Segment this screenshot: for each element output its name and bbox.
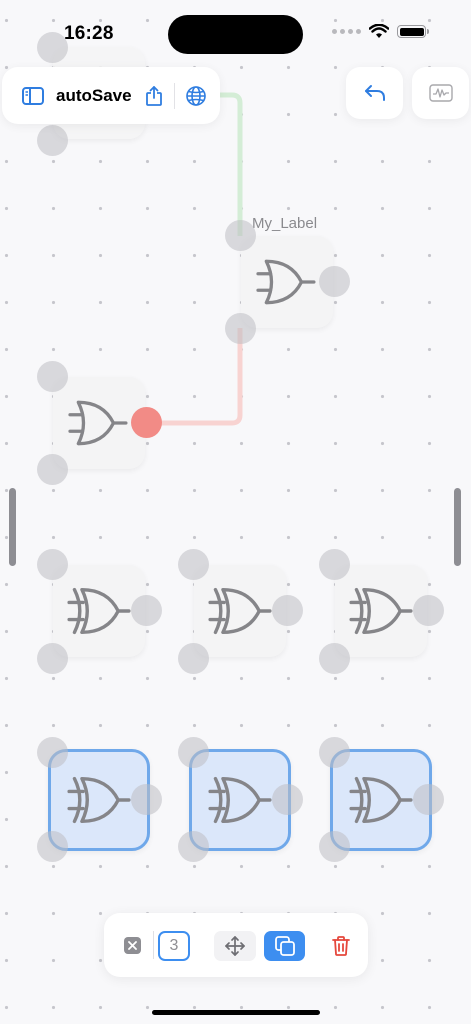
- input-pin[interactable]: [37, 643, 68, 674]
- input-pin[interactable]: [178, 549, 209, 580]
- share-button[interactable]: [140, 81, 168, 111]
- input-pin[interactable]: [319, 643, 350, 674]
- xor-gate-icon: [349, 583, 413, 639]
- input-pin[interactable]: [319, 549, 350, 580]
- input-pin[interactable]: [37, 454, 68, 485]
- home-indicator[interactable]: [152, 1010, 320, 1015]
- input-pin[interactable]: [225, 313, 256, 344]
- wire-layer: [146, 92, 243, 426]
- input-pin[interactable]: [37, 737, 68, 768]
- or-gate-icon: [256, 255, 318, 309]
- right-drawer-handle[interactable]: [454, 488, 461, 566]
- sidebar-toggle-button[interactable]: [18, 81, 48, 111]
- selection-divider: [153, 931, 154, 959]
- xor-gate-icon: [67, 583, 131, 639]
- status-time: 16:28: [64, 23, 114, 44]
- output-pin[interactable]: [131, 595, 162, 626]
- duplicate-icon: [274, 936, 295, 956]
- xor-gate-icon: [349, 772, 413, 828]
- output-pin-active[interactable]: [131, 407, 162, 438]
- input-pin[interactable]: [37, 361, 68, 392]
- dynamic-island: [168, 15, 303, 54]
- selection-toolbar: 3: [104, 913, 368, 977]
- clear-selection-button[interactable]: [124, 937, 141, 954]
- waveform-button[interactable]: [412, 67, 469, 119]
- undo-icon: [364, 85, 385, 101]
- input-pin[interactable]: [37, 831, 68, 862]
- gate-label[interactable]: My_Label: [252, 215, 317, 232]
- trash-icon: [332, 936, 350, 956]
- input-pin[interactable]: [37, 32, 68, 63]
- input-pin[interactable]: [37, 549, 68, 580]
- input-pin[interactable]: [37, 125, 68, 156]
- document-title[interactable]: autoSave: [56, 86, 136, 106]
- share-icon: [146, 85, 162, 106]
- xor-gate-icon: [67, 772, 131, 828]
- output-pin[interactable]: [272, 784, 303, 815]
- clear-selection-icon: [128, 941, 137, 950]
- xor-gate-icon: [208, 583, 272, 639]
- input-pin[interactable]: [319, 831, 350, 862]
- toolbar-divider: [174, 82, 175, 109]
- undo-button[interactable]: [346, 67, 403, 119]
- left-drawer-handle[interactable]: [9, 488, 16, 566]
- move-icon: [225, 936, 245, 956]
- waveform-icon: [428, 84, 453, 102]
- sidebar-icon: [22, 86, 44, 105]
- output-pin[interactable]: [413, 784, 444, 815]
- output-pin[interactable]: [272, 595, 303, 626]
- selection-count[interactable]: 3: [158, 931, 190, 961]
- input-pin[interactable]: [178, 737, 209, 768]
- output-pin[interactable]: [131, 784, 162, 815]
- battery-icon: [397, 25, 429, 38]
- or-gate-icon: [68, 396, 130, 450]
- delete-button[interactable]: [327, 931, 355, 961]
- input-pin[interactable]: [178, 643, 209, 674]
- signal-icon: [332, 29, 361, 34]
- globe-icon: [186, 85, 206, 106]
- input-pin[interactable]: [178, 831, 209, 862]
- main-toolbar: autoSave: [2, 67, 220, 124]
- output-pin[interactable]: [319, 266, 350, 297]
- wifi-icon: [369, 24, 389, 38]
- active-wire: [146, 328, 243, 426]
- input-pin[interactable]: [319, 737, 350, 768]
- move-button[interactable]: [214, 931, 256, 961]
- xor-gate-icon: [208, 772, 272, 828]
- status-icons: [332, 24, 429, 39]
- input-pin[interactable]: [225, 220, 256, 251]
- duplicate-button[interactable]: [264, 931, 305, 961]
- globe-button[interactable]: [181, 81, 211, 111]
- output-pin[interactable]: [413, 595, 444, 626]
